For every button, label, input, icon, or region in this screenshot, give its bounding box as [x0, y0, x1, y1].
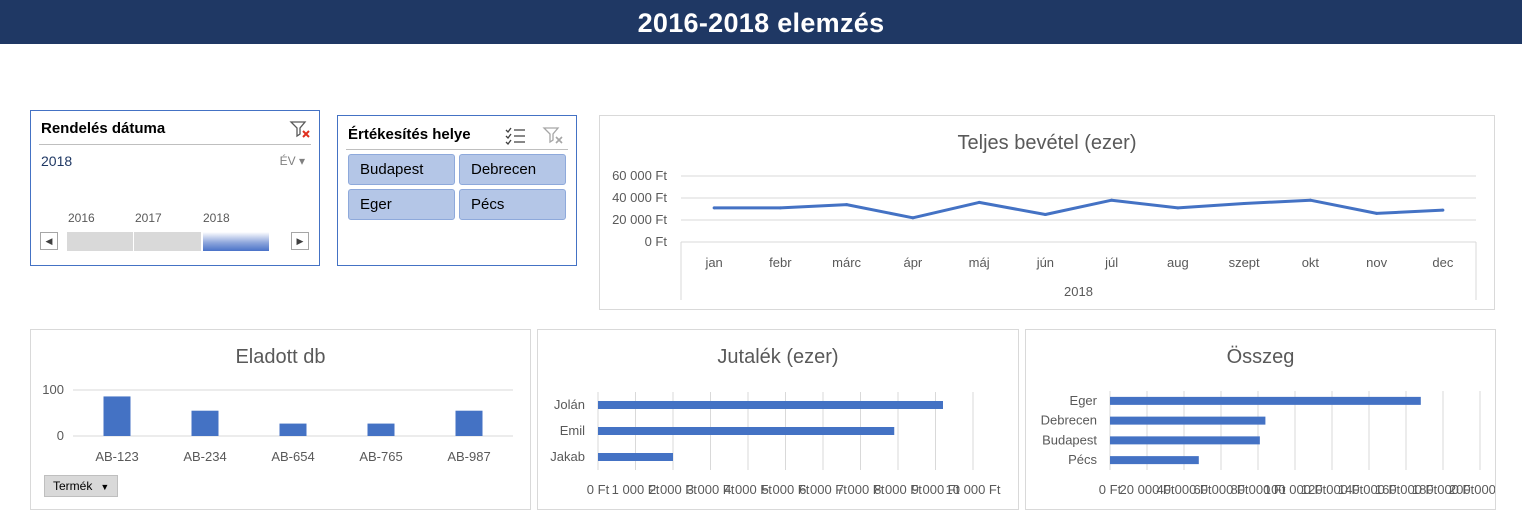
clear-filter-icon[interactable] — [289, 119, 313, 141]
sum-bar-chart[interactable]: Összeg 0 Ft 20 000 Ft 40 000 Ft 60 000 Ft 80… — [1025, 329, 1496, 510]
bar — [279, 423, 307, 436]
data-point — [977, 200, 981, 204]
series-line — [714, 198, 1443, 220]
y-tick-label: Emil — [560, 423, 585, 438]
x-tick-label: 0 Ft — [1099, 482, 1122, 497]
x-tick-label: szept — [1229, 255, 1260, 270]
x-tick-label: júl — [1104, 255, 1118, 270]
bar — [1110, 456, 1199, 465]
x-tick-label: febr — [769, 255, 792, 270]
commission-plot: 0 Ft 1 000 Ft2 000 Ft3 000 Ft4 000 Ft5 00… — [550, 392, 1001, 497]
bar — [103, 396, 131, 436]
x-tick-label: máj — [969, 255, 990, 270]
slicer-item-debrecen[interactable]: Debrecen — [459, 154, 566, 185]
data-point — [1308, 198, 1312, 202]
x-tick-label: AB-765 — [359, 449, 402, 464]
data-point — [778, 206, 782, 210]
x-tick-label: jan — [704, 255, 722, 270]
scroll-right-arrow-icon[interactable]: ▶ — [291, 232, 309, 250]
bar — [598, 427, 895, 435]
dropdown-arrow-icon: ▼ — [100, 482, 110, 492]
y-tick-label: 20 000 Ft — [612, 212, 667, 227]
data-point — [1043, 213, 1047, 216]
y-tick-label: 100 — [42, 382, 64, 397]
timeline-level-dropdown[interactable]: ÉV ▾ — [280, 154, 305, 168]
bar — [598, 453, 673, 461]
timeline-title: Rendelés dátuma — [41, 120, 166, 137]
x-tick-label: 200 000 Ft — [1449, 482, 1495, 497]
bar — [1110, 436, 1260, 445]
x-tick-label: aug — [1167, 255, 1189, 270]
data-point — [712, 206, 716, 210]
sold-units-bar-chart[interactable]: Eladott db 0 100 AB-123 AB-234 AB-654 AB-765 A… — [30, 329, 531, 510]
x-tick-label: márc — [832, 255, 861, 270]
y-tick-label: Jolán — [554, 397, 585, 412]
product-field-label: Termék — [53, 479, 93, 493]
location-slicer-title: Értékesítés helye — [348, 126, 471, 143]
location-slicer-header: Értékesítés helye — [346, 120, 568, 150]
data-point — [1375, 211, 1379, 215]
x-tick-label: AB-654 — [271, 449, 314, 464]
data-point — [911, 216, 915, 220]
bar — [367, 423, 395, 436]
bar — [191, 410, 219, 436]
x-tick-label: okt — [1302, 255, 1320, 270]
timeline-segment-2017[interactable] — [134, 232, 201, 251]
clear-filter-icon[interactable] — [542, 125, 566, 147]
revenue-line-plot: 0 Ft 20 000 Ft 40 000 Ft 60 000 Ft jan febr má… — [612, 168, 1477, 300]
timeline-header: Rendelés dátuma — [39, 117, 311, 145]
x-tick-label: ápr — [903, 255, 922, 270]
timeline-year-label: 2018 — [203, 211, 230, 225]
x-tick-label: dec — [1432, 255, 1453, 270]
x-tick-label: AB-234 — [183, 449, 226, 464]
data-point — [1242, 202, 1246, 205]
y-tick-label: 40 000 Ft — [612, 190, 667, 205]
x-group-label: 2018 — [1064, 284, 1093, 299]
y-tick-label: Eger — [1070, 393, 1098, 408]
timeline-year-label: 2016 — [68, 211, 95, 225]
slicer-item-budapest[interactable]: Budapest — [348, 154, 455, 185]
data-point — [1110, 198, 1114, 202]
dashboard-header: 2016-2018 elemzés — [0, 0, 1522, 44]
x-tick-label: AB-987 — [447, 449, 490, 464]
x-tick-label: 0 Ft — [587, 482, 610, 497]
bar — [455, 410, 483, 436]
product-field-button[interactable]: Termék ▼ — [44, 475, 119, 497]
sum-plot: 0 Ft20 000 Ft40 000 Ft60 000 Ft80 000 Ft… — [1041, 391, 1495, 497]
y-tick-label: Debrecen — [1041, 413, 1097, 428]
timeline-segment-2016[interactable] — [67, 232, 133, 251]
data-point — [1176, 206, 1180, 210]
x-tick-label: 10 000 Ft — [946, 482, 1001, 497]
y-tick-label: 0 — [57, 428, 64, 443]
bar — [1110, 416, 1266, 425]
x-tick-label: AB-123 — [95, 449, 138, 464]
scroll-left-arrow-icon[interactable]: ◀ — [40, 232, 58, 250]
bar — [1110, 396, 1421, 405]
location-slicer[interactable]: Értékesítés helye Budapest Debrecen Eger… — [337, 115, 577, 266]
revenue-line-chart[interactable]: Teljes bevétel (ezer) 0 Ft 20 000 Ft 40 00… — [599, 115, 1495, 310]
x-tick-label: nov — [1366, 255, 1387, 270]
y-tick-label: Budapest — [1042, 432, 1097, 447]
page-title: 2016-2018 elemzés — [637, 8, 885, 38]
slicer-item-pecs[interactable]: Pécs — [459, 189, 566, 220]
y-tick-label: 60 000 Ft — [612, 168, 667, 183]
slicer-item-eger[interactable]: Eger — [348, 189, 455, 220]
bar — [598, 401, 943, 409]
commission-bar-chart[interactable]: Jutalék (ezer) 0 Ft 1 000 Ft 2 000 Ft 3 000… — [537, 329, 1019, 510]
timeline-selected-period: 2018 — [41, 153, 73, 169]
timeline-year-label: 2017 — [135, 211, 162, 225]
data-point — [845, 203, 849, 207]
multi-select-icon[interactable] — [504, 125, 528, 147]
data-point — [1441, 208, 1445, 212]
y-tick-label: Jakab — [550, 449, 585, 464]
timeline-slicer[interactable]: Rendelés dátuma 2018 ÉV ▾ 2016 2017 2018… — [30, 110, 320, 266]
y-tick-label: 0 Ft — [645, 234, 668, 249]
y-tick-label: Pécs — [1068, 452, 1097, 467]
x-tick-label: jún — [1036, 255, 1054, 270]
timeline-segment-2018[interactable] — [203, 232, 269, 251]
